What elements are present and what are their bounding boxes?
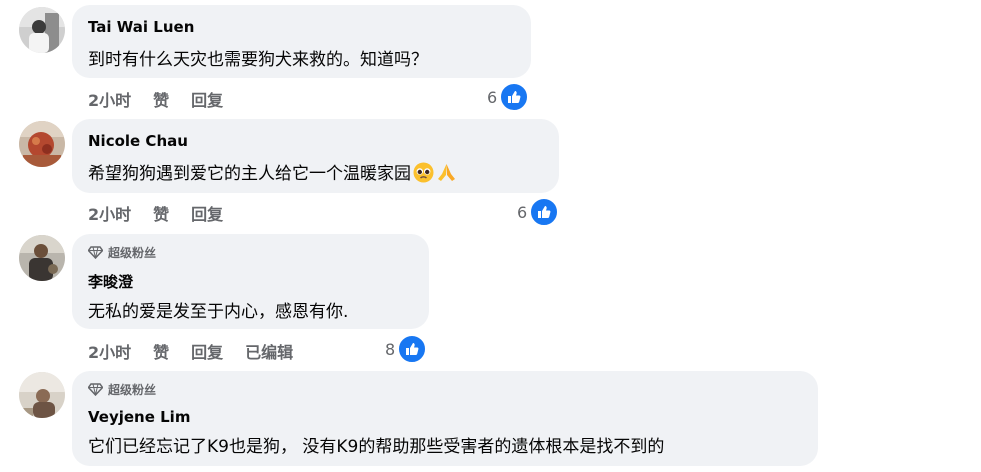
comment-author[interactable]: Veyjene Lim [88,408,190,426]
thumbs-up-icon [529,197,560,227]
comment-bubble: Nicole Chau 希望狗狗遇到爱它的主人给它一个温暖家园 [72,119,559,193]
avatar[interactable] [19,121,65,167]
like-button[interactable]: 赞 [153,339,169,363]
reaction-summary[interactable]: 6 [487,82,530,112]
comment-bubble: 超级粉丝 李晙澄 无私的爱是发至于内心，感恩有你. [72,234,429,329]
reply-button[interactable]: 回复 [191,201,223,225]
badge-label: 超级粉丝 [108,246,157,260]
comment-bubble: 超级粉丝 Veyjene Lim 它们已经忘记了K9也是狗， 没有K9的帮助那些… [72,371,818,466]
diamond-icon [88,246,103,259]
comment-timestamp[interactable]: 2小时 [88,87,131,111]
comment-timestamp[interactable]: 2小时 [88,201,131,225]
folded-hands-emoji [436,162,457,188]
reaction-summary[interactable]: 6 [517,197,560,227]
reaction-summary[interactable]: 8 [385,334,428,364]
edited-label[interactable]: 已编辑 [245,339,293,363]
thumbs-up-icon [397,334,428,364]
like-button[interactable]: 赞 [153,87,169,111]
comment-actions: 2小时 赞 回复 [88,201,245,225]
comment-text-row: 希望狗狗遇到爱它的主人给它一个温暖家园 [88,159,457,188]
thumbs-up-icon [499,82,530,112]
avatar[interactable] [19,7,65,53]
reply-button[interactable]: 回复 [191,339,223,363]
comment-text: 希望狗狗遇到爱它的主人给它一个温暖家园 [88,164,411,184]
reaction-count: 8 [385,339,396,359]
comment-actions: 2小时 赞 回复 已编辑 [88,339,315,363]
reaction-count: 6 [487,87,498,107]
avatar[interactable] [19,235,65,281]
comment-text: 到时有什么天灾也需要狗犬来救的。知道吗？ [88,50,428,70]
pleading-face-emoji [413,162,434,188]
diamond-icon [88,383,103,396]
avatar[interactable] [19,372,65,418]
comment-text: 无私的爱是发至于内心，感恩有你. [88,302,349,322]
top-fan-badge: 超级粉丝 [88,381,156,398]
comment-text: 它们已经忘记了K9也是狗， 没有K9的帮助那些受害者的遗体根本是找不到的 [88,437,665,457]
like-button[interactable]: 赞 [153,201,169,225]
reaction-count: 6 [517,202,528,222]
comment-actions: 2小时 赞 回复 [88,87,245,111]
comment-author[interactable]: Tai Wai Luen [88,18,194,36]
badge-label: 超级粉丝 [108,383,157,397]
comment-bubble: Tai Wai Luen 到时有什么天灾也需要狗犬来救的。知道吗？ [72,5,531,78]
comment-thread: Tai Wai Luen 到时有什么天灾也需要狗犬来救的。知道吗？ 2小时 赞 … [0,0,981,472]
comment-timestamp[interactable]: 2小时 [88,339,131,363]
reply-button[interactable]: 回复 [191,87,223,111]
comment-author[interactable]: Nicole Chau [88,132,188,150]
top-fan-badge: 超级粉丝 [88,244,156,261]
comment-author[interactable]: 李晙澄 [88,271,133,292]
